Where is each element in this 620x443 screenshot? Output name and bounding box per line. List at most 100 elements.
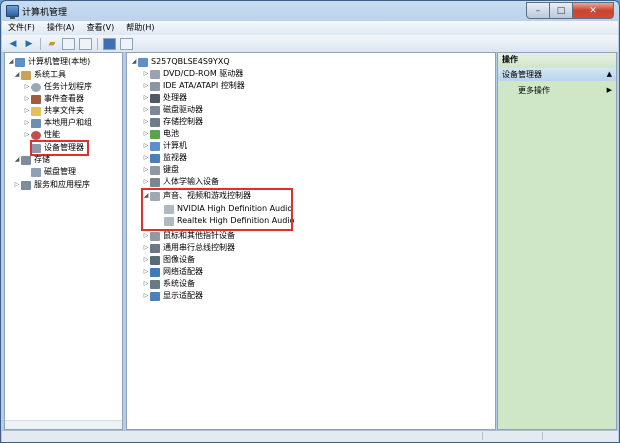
tree-root[interactable]: ◢ 计算机管理(本地) [7,56,90,68]
expand-arrow-icon[interactable]: ▷ [142,80,150,92]
actions-device-manager[interactable]: 设备管理器 ▲ [498,68,616,81]
services-icon [21,180,31,190]
device-category-label: 通用串行总线控制器 [163,243,235,252]
more-actions[interactable]: 更多操作 ▶ [518,84,616,97]
device-ide[interactable]: ▷ IDE ATA/ATAPI 控制器 [142,80,245,92]
tree-services-apps[interactable]: ▷ 服务和应用程序 [13,179,90,191]
expand-arrow-icon[interactable]: ▷ [142,128,150,140]
performance-icon [31,130,41,140]
status-divider [542,432,543,440]
device-keyboard[interactable]: ▷ 键盘 [142,164,179,176]
device-network[interactable]: ▷ 网络适配器 [142,266,203,278]
collapse-arrow-icon[interactable]: ◢ [13,154,21,166]
device-category-label: 监视器 [163,153,187,162]
device-mouse[interactable]: ▷ 鼠标和其他指针设备 [142,230,235,242]
tree-label: 存储 [34,155,50,164]
device-category-label: 鼠标和其他指针设备 [163,231,235,240]
expand-arrow-icon[interactable]: ▷ [142,290,150,302]
actions-section-label: 设备管理器 [502,70,542,79]
computer-icon [138,57,148,67]
collapse-arrow-icon[interactable]: ◢ [130,56,138,68]
expand-arrow-icon[interactable]: ▷ [142,176,150,188]
more-actions-label: 更多操作 [518,86,550,95]
show-hide-tree-icon[interactable] [62,37,75,50]
expand-arrow-icon[interactable]: ▷ [142,92,150,104]
computer-management-icon [6,5,19,19]
device-monitor[interactable]: ▷ 监视器 [142,152,187,164]
storage-controller-icon [150,117,160,127]
title-bar[interactable]: 计算机管理 – □ ✕ [1,1,619,21]
horizontal-scrollbar[interactable] [5,420,122,429]
properties-icon[interactable] [79,37,92,50]
users-icon [31,118,41,128]
close-button[interactable]: ✕ [573,2,614,19]
help-icon[interactable] [103,37,116,50]
hid-icon [150,177,160,187]
device-hid[interactable]: ▷ 人体学输入设备 [142,176,219,188]
battery-icon [150,129,160,139]
up-folder-icon[interactable]: ▰ [45,37,59,50]
sound-devices-highlight [141,188,293,231]
expand-arrow-icon[interactable]: ▷ [23,105,31,117]
toolbar-divider [97,37,98,50]
device-usb[interactable]: ▷ 通用串行总线控制器 [142,242,235,254]
expand-arrow-icon[interactable]: ▷ [23,81,31,93]
tree-label: 磁盘管理 [44,167,76,176]
expand-arrow-icon[interactable]: ▷ [142,230,150,242]
device-category-label: 计算机 [163,141,187,150]
collapse-caret-icon[interactable]: ▲ [607,68,612,81]
submenu-arrow-icon: ▶ [606,86,612,94]
expand-arrow-icon[interactable]: ▷ [142,152,150,164]
expand-arrow-icon[interactable]: ▷ [23,93,31,105]
device-root[interactable]: ◢ S257QBLSE4S9YXQ [130,56,230,68]
menu-help[interactable]: 帮助(H) [120,21,160,35]
back-arrow-icon[interactable]: ◀ [6,37,20,50]
tree-label: 任务计划程序 [44,82,92,91]
collapse-arrow-icon[interactable]: ◢ [7,56,15,68]
expand-arrow-icon[interactable]: ▷ [142,242,150,254]
forward-arrow-icon[interactable]: ▶ [22,37,36,50]
expand-arrow-icon[interactable]: ▷ [13,179,21,191]
device-processor[interactable]: ▷ 处理器 [142,92,187,104]
computer-name: S257QBLSE4S9YXQ [151,57,230,66]
tree-shared-folders[interactable]: ▷ 共享文件夹 [23,105,84,117]
device-imaging[interactable]: ▷ 图像设备 [142,254,195,266]
expand-arrow-icon[interactable]: ▷ [142,164,150,176]
show-action-pane-icon[interactable] [120,37,133,50]
tree-disk-management[interactable]: 磁盘管理 [31,166,76,178]
system-device-icon [150,279,160,289]
expand-arrow-icon[interactable]: ▷ [142,254,150,266]
menu-view[interactable]: 查看(V) [81,21,121,35]
expand-arrow-icon[interactable]: ▷ [142,104,150,116]
expand-arrow-icon[interactable]: ▷ [142,278,150,290]
tree-task-scheduler[interactable]: ▷ 任务计划程序 [23,81,92,93]
expand-arrow-icon[interactable]: ▷ [142,266,150,278]
processor-icon [150,93,160,103]
expand-arrow-icon[interactable]: ▷ [142,116,150,128]
menu-action[interactable]: 操作(A) [41,21,81,35]
minimize-button[interactable]: – [526,2,550,19]
maximize-button[interactable]: □ [550,2,573,19]
tree-local-users[interactable]: ▷ 本地用户和组 [23,117,92,129]
tree-system-tools[interactable]: ◢ 系统工具 [13,69,66,81]
expand-arrow-icon[interactable]: ▷ [142,68,150,80]
tree-storage[interactable]: ◢ 存储 [13,154,50,166]
console-tree: ◢ 计算机管理(本地) ◢ 系统工具 ▷ 任务计划程序 ▷ 事件查看器 ▷ 共享… [4,52,123,430]
device-display[interactable]: ▷ 显示适配器 [142,290,203,302]
status-bar [2,430,618,442]
device-computer[interactable]: ▷ 计算机 [142,140,187,152]
device-disk-drives[interactable]: ▷ 磁盘驱动器 [142,104,203,116]
expand-arrow-icon[interactable]: ▷ [142,140,150,152]
menu-file[interactable]: 文件(F) [2,21,41,35]
device-category-label: DVD/CD-ROM 驱动器 [163,69,244,78]
device-tree: ◢ S257QBLSE4S9YXQ ▷ DVD/CD-ROM 驱动器 ▷ IDE… [126,52,496,430]
monitor-icon [150,153,160,163]
device-storage-controllers[interactable]: ▷ 存储控制器 [142,116,203,128]
device-dvd[interactable]: ▷ DVD/CD-ROM 驱动器 [142,68,243,80]
device-system[interactable]: ▷ 系统设备 [142,278,195,290]
collapse-arrow-icon[interactable]: ◢ [13,69,21,81]
computer-management-window: 计算机管理 – □ ✕ 文件(F) 操作(A) 查看(V) 帮助(H) ◀ ▶ … [0,0,620,443]
device-battery[interactable]: ▷ 电池 [142,128,179,140]
tree-event-viewer[interactable]: ▷ 事件查看器 [23,93,84,105]
expand-arrow-icon[interactable]: ▷ [23,117,31,129]
